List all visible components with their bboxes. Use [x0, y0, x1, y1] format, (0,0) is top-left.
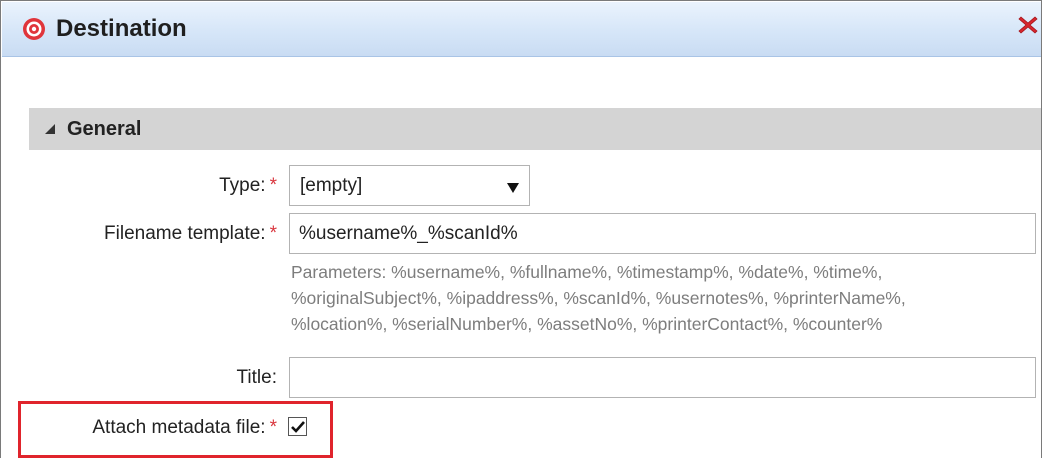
filename-template-input[interactable]	[289, 213, 1036, 254]
target-icon	[22, 17, 46, 41]
type-select-value: [empty]	[300, 175, 363, 196]
parameters-line: %location%, %serialNumber%, %assetNo%, %…	[291, 314, 883, 334]
type-label-text: Type:	[219, 175, 266, 196]
dialog-titlebar: Destination	[2, 2, 1041, 57]
type-select[interactable]: [empty]	[289, 165, 530, 206]
dialog-window: Destination General Type: * [empty] Filen…	[0, 0, 1042, 458]
filename-template-label: Filename template: *	[104, 221, 277, 247]
dropdown-arrow-icon	[507, 180, 519, 193]
highlight-box	[18, 401, 333, 458]
type-label: Type: *	[219, 173, 277, 199]
parameters-hint: Parameters: %username%, %fullname%, %tim…	[291, 259, 1021, 337]
dialog-title: Destination	[56, 15, 187, 42]
parameters-line: Parameters: %username%, %fullname%, %tim…	[291, 262, 883, 282]
required-marker: *	[269, 175, 277, 196]
parameters-line: %originalSubject%, %ipaddress%, %scanId%…	[291, 288, 906, 308]
title-label-text: Title:	[236, 367, 277, 388]
section-header-general[interactable]: General	[29, 108, 1041, 150]
collapse-arrow-icon[interactable]	[43, 122, 57, 136]
section-title: General	[67, 118, 142, 140]
required-marker: *	[269, 223, 277, 244]
title-label: Title:	[237, 365, 277, 391]
close-icon[interactable]	[1017, 14, 1039, 36]
title-input[interactable]	[289, 357, 1036, 398]
filename-template-label-text: Filename template:	[104, 223, 266, 244]
